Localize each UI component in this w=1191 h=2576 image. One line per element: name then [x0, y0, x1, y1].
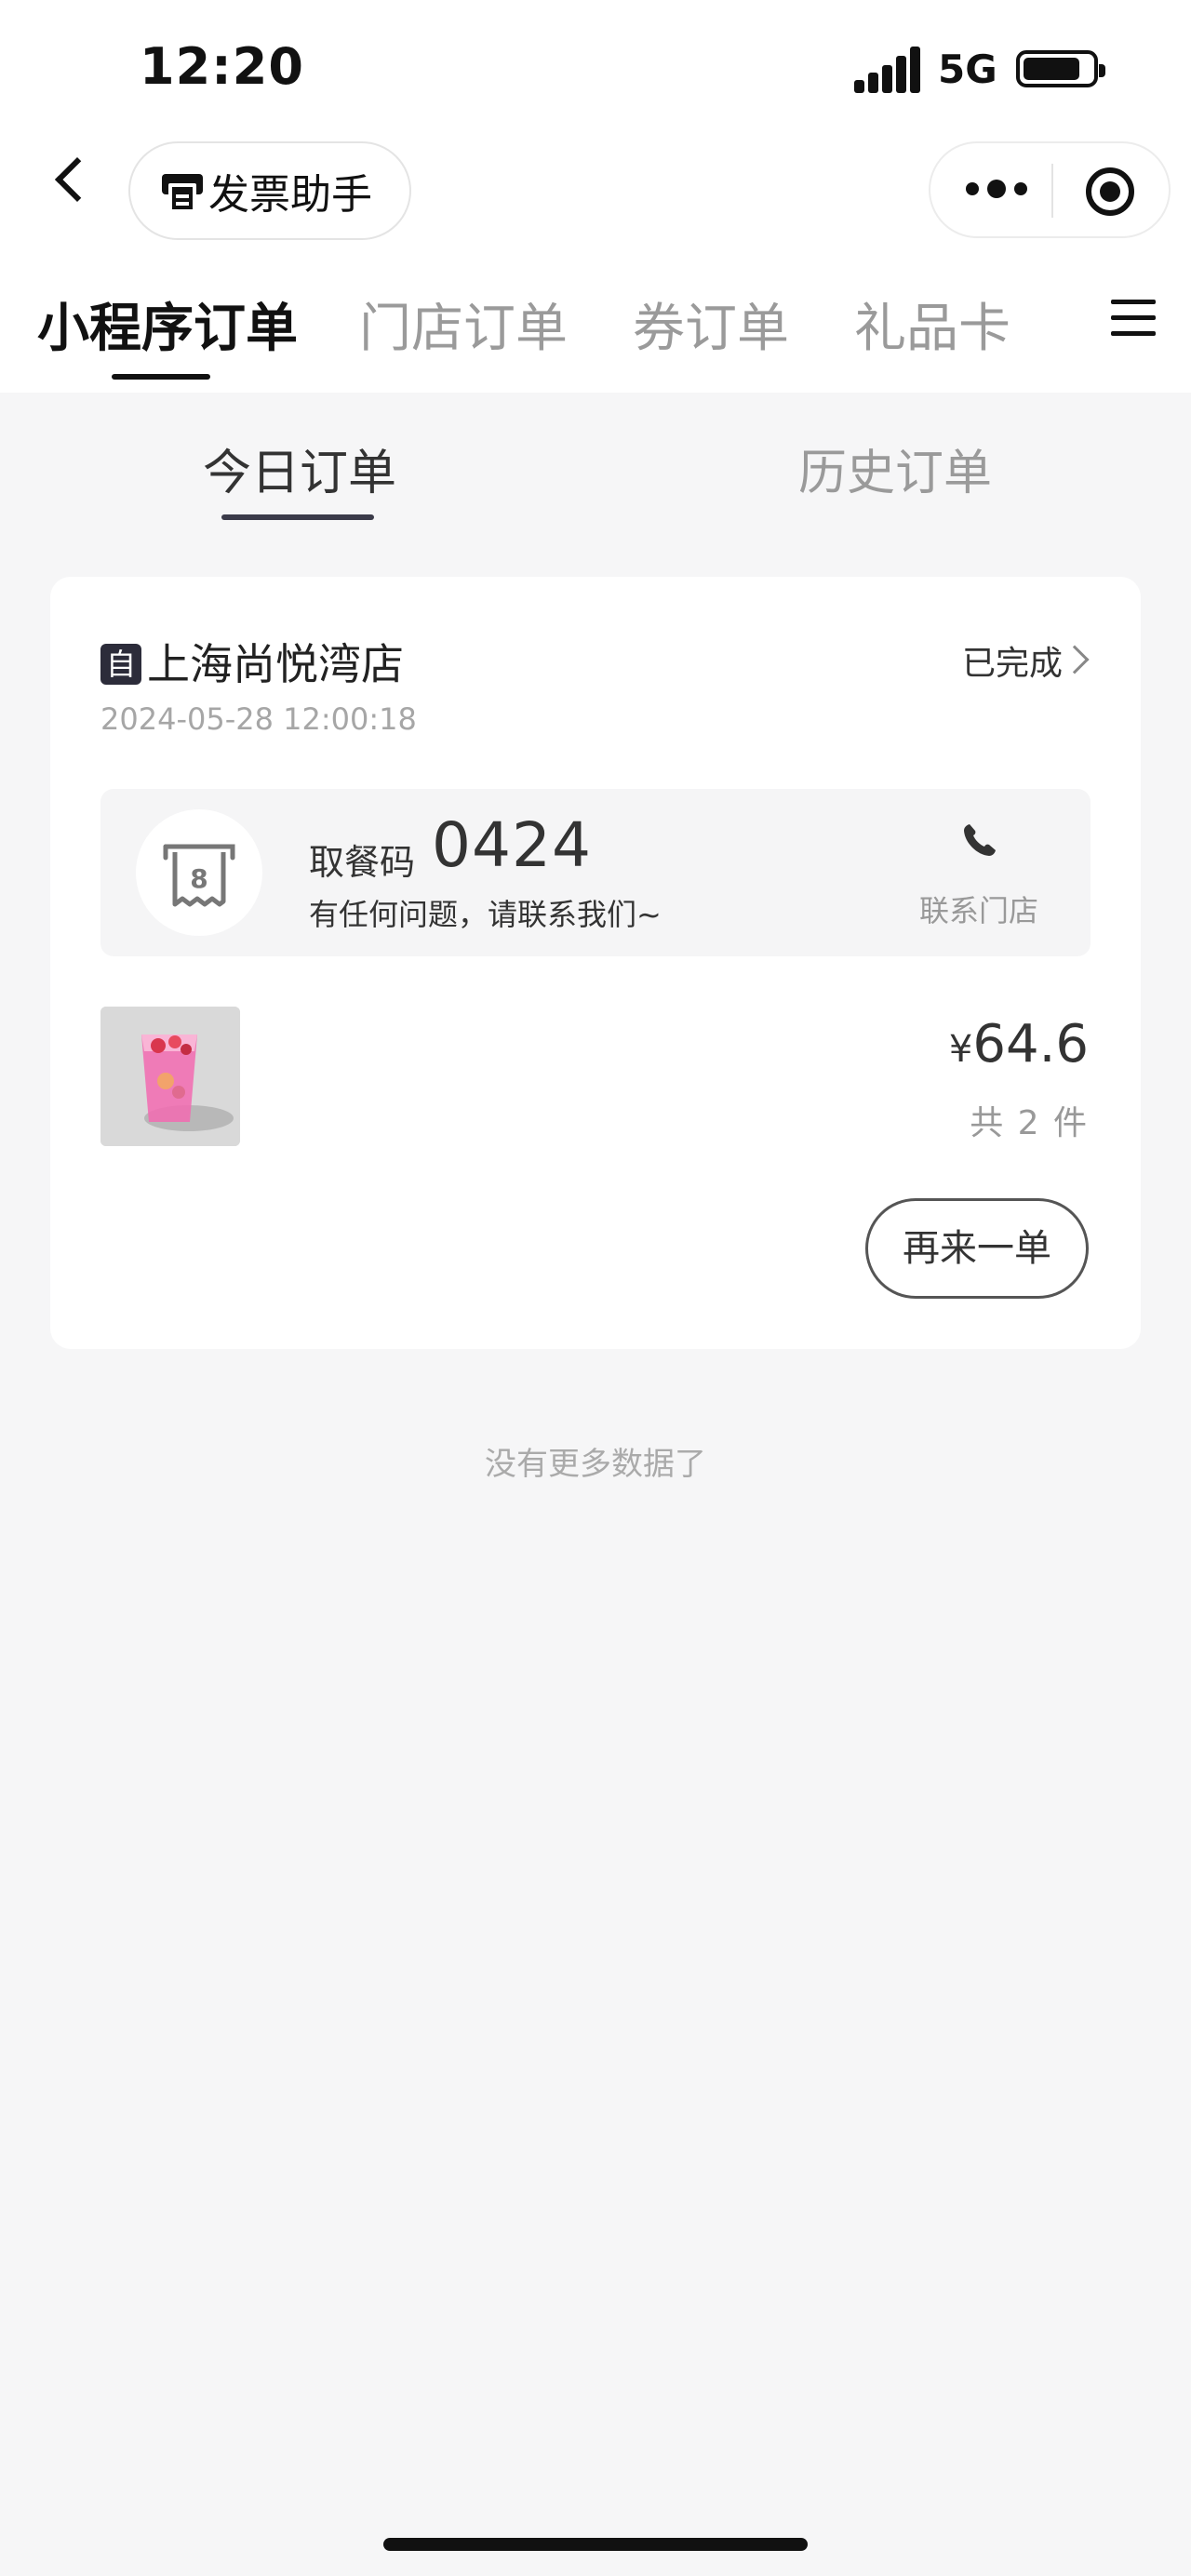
miniprogram-capsule	[929, 141, 1171, 238]
tab-coupon-orders[interactable]: 券订单	[633, 287, 789, 362]
tab-store-orders[interactable]: 门店订单	[359, 287, 568, 362]
currency-symbol: ¥	[948, 1028, 973, 1071]
invoice-assistant-label: 发票助手	[208, 171, 372, 219]
self-pickup-badge: 自	[100, 644, 141, 685]
pickup-code-panel: 8 取餐码 0424 有任何问题，请联系我们~ 联系门店	[100, 789, 1091, 956]
order-status[interactable]: 已完成	[962, 636, 1063, 685]
item-count: 共 2 件	[970, 1104, 1089, 1142]
price-amount: 64.6	[972, 1014, 1089, 1074]
close-miniprogram-icon[interactable]	[1086, 167, 1134, 216]
menu-icon[interactable]	[1111, 300, 1156, 337]
order-price: ¥64.6	[949, 1014, 1089, 1074]
status-time: 12:20	[140, 37, 304, 96]
chevron-right-icon[interactable]	[1060, 645, 1090, 674]
active-tab-indicator	[112, 374, 210, 380]
tab-gift-cards[interactable]: 礼品卡	[854, 287, 1010, 362]
order-card[interactable]: 自 上海尚悦湾店 已完成 2024-05-28 12:00:18 8 取餐码 0…	[50, 577, 1141, 1349]
subtab-history-orders[interactable]: 历史订单	[798, 434, 992, 503]
capsule-divider	[1051, 164, 1053, 218]
tab-miniprogram-orders[interactable]: 小程序订单	[37, 287, 298, 362]
signal-icon	[854, 47, 921, 93]
battery-icon	[1016, 50, 1105, 87]
phone-icon[interactable]	[957, 819, 1001, 863]
store-name: 上海尚悦湾店	[147, 639, 404, 689]
active-subtab-indicator	[221, 514, 374, 520]
order-datetime: 2024-05-28 12:00:18	[100, 701, 417, 737]
invoice-assistant-button[interactable]: 发票助手	[128, 141, 411, 240]
pickup-code-label: 取餐码	[309, 842, 416, 883]
printer-icon	[162, 167, 203, 215]
network-type: 5G	[938, 47, 997, 92]
product-thumbnail	[100, 1007, 240, 1146]
receipt-icon: 8	[136, 809, 262, 936]
pickup-code: 0424	[432, 809, 592, 881]
no-more-data: 没有更多数据了	[485, 1446, 706, 1483]
subtab-today-orders[interactable]: 今日订单	[203, 434, 396, 503]
more-options-icon[interactable]	[966, 179, 1027, 201]
receipt-number: 8	[190, 863, 207, 894]
reorder-button[interactable]: 再来一单	[865, 1198, 1089, 1299]
home-indicator[interactable]	[383, 2538, 808, 2551]
contact-store-link[interactable]: 联系门店	[919, 888, 1038, 930]
contact-hint: 有任何问题，请联系我们~	[309, 897, 662, 932]
